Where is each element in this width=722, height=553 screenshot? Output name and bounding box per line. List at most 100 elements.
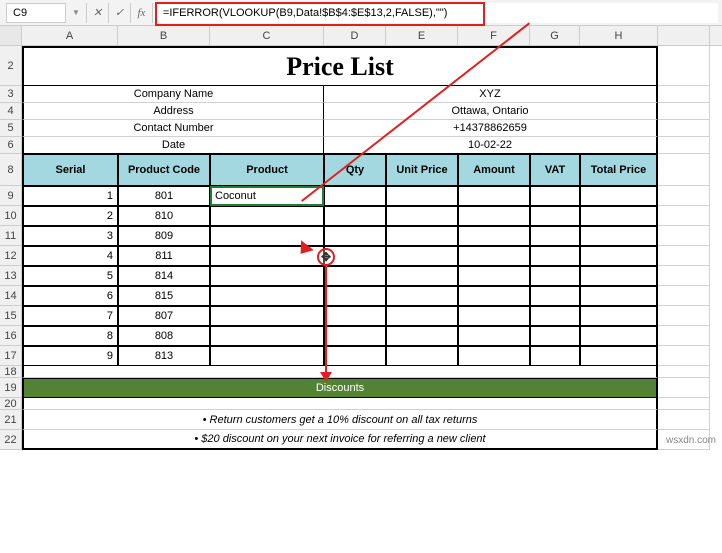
cell-qty[interactable] <box>324 326 386 346</box>
cell-unit-price[interactable] <box>386 326 458 346</box>
row-number[interactable]: 5 <box>0 120 22 137</box>
cell-unit-price[interactable] <box>386 266 458 286</box>
cell-unit-price[interactable] <box>386 206 458 226</box>
cell-serial[interactable]: 1 <box>22 186 118 206</box>
fx-icon[interactable]: fx <box>131 3 153 23</box>
row-number[interactable]: 22 <box>0 430 22 450</box>
empty-cell[interactable] <box>658 306 710 326</box>
cell-vat[interactable] <box>530 306 580 326</box>
cell-total[interactable] <box>580 286 658 306</box>
cell-product[interactable] <box>210 306 324 326</box>
cell-qty[interactable] <box>324 346 386 366</box>
cell-product[interactable] <box>210 346 324 366</box>
cell-unit-price[interactable] <box>386 346 458 366</box>
cell-serial[interactable]: 2 <box>22 206 118 226</box>
cell-code[interactable]: 801 <box>118 186 210 206</box>
cell-total[interactable] <box>580 206 658 226</box>
empty-cell[interactable] <box>658 206 710 226</box>
empty-cell[interactable] <box>658 326 710 346</box>
cell-total[interactable] <box>580 306 658 326</box>
empty-cell[interactable] <box>658 286 710 306</box>
cell-serial[interactable]: 5 <box>22 266 118 286</box>
cell-unit-price[interactable] <box>386 306 458 326</box>
row-number[interactable]: 17 <box>0 346 22 366</box>
row-number[interactable]: 20 <box>0 398 22 410</box>
cell-vat[interactable] <box>530 286 580 306</box>
formula-input[interactable]: =IFERROR(VLOOKUP(B9,Data!$B$4:$E$13,2,FA… <box>157 3 718 23</box>
empty-cell[interactable] <box>658 346 710 366</box>
empty-cell[interactable] <box>658 366 710 378</box>
cell-qty[interactable] <box>324 186 386 206</box>
empty-cell[interactable] <box>658 266 710 286</box>
cell-vat[interactable] <box>530 326 580 346</box>
cell-code[interactable]: 809 <box>118 226 210 246</box>
cell-unit-price[interactable] <box>386 186 458 206</box>
empty-cell[interactable] <box>658 398 710 410</box>
cell-vat[interactable] <box>530 186 580 206</box>
empty-cell[interactable] <box>658 137 710 154</box>
cell-total[interactable] <box>580 266 658 286</box>
cell-unit-price[interactable] <box>386 286 458 306</box>
col-header-a[interactable]: A <box>22 26 118 45</box>
empty-cell[interactable] <box>658 410 710 430</box>
cell-vat[interactable] <box>530 206 580 226</box>
cell-amount[interactable] <box>458 286 530 306</box>
cell-product[interactable] <box>210 206 324 226</box>
row-number[interactable]: 2 <box>0 46 22 86</box>
accept-formula-icon[interactable]: ✓ <box>109 3 131 23</box>
empty-cell[interactable] <box>658 120 710 137</box>
cell-amount[interactable] <box>458 246 530 266</box>
cell-serial[interactable]: 3 <box>22 226 118 246</box>
row-number[interactable]: 21 <box>0 410 22 430</box>
cell-unit-price[interactable] <box>386 226 458 246</box>
col-header-c[interactable]: C <box>210 26 324 45</box>
cell-amount[interactable] <box>458 326 530 346</box>
row-number[interactable]: 14 <box>0 286 22 306</box>
empty-cell[interactable] <box>658 226 710 246</box>
cell-total[interactable] <box>580 326 658 346</box>
cell-vat[interactable] <box>530 246 580 266</box>
cell-qty[interactable] <box>324 266 386 286</box>
cell-amount[interactable] <box>458 186 530 206</box>
cell-code[interactable]: 811 <box>118 246 210 266</box>
cell-code[interactable]: 813 <box>118 346 210 366</box>
cell-product[interactable] <box>210 286 324 306</box>
empty-cell[interactable] <box>658 378 710 398</box>
cell-serial[interactable]: 4 <box>22 246 118 266</box>
row-number[interactable]: 16 <box>0 326 22 346</box>
cell-code[interactable]: 807 <box>118 306 210 326</box>
cell-total[interactable] <box>580 186 658 206</box>
name-box[interactable]: C9 <box>6 3 66 23</box>
cell-unit-price[interactable] <box>386 246 458 266</box>
col-header-b[interactable]: B <box>118 26 210 45</box>
cell-serial[interactable]: 7 <box>22 306 118 326</box>
cell-amount[interactable] <box>458 306 530 326</box>
cell-total[interactable] <box>580 226 658 246</box>
cell-vat[interactable] <box>530 226 580 246</box>
empty-cell[interactable] <box>658 46 710 86</box>
row-number[interactable]: 13 <box>0 266 22 286</box>
row-number[interactable]: 3 <box>0 86 22 103</box>
row-number[interactable]: 9 <box>0 186 22 206</box>
cancel-formula-icon[interactable]: ✕ <box>87 3 109 23</box>
col-header-h[interactable]: H <box>580 26 658 45</box>
row-number[interactable]: 8 <box>0 154 22 186</box>
cell-qty[interactable] <box>324 286 386 306</box>
cell-product[interactable] <box>210 326 324 346</box>
cell-product[interactable] <box>210 266 324 286</box>
empty-cell[interactable] <box>658 154 710 186</box>
cell-code[interactable]: 808 <box>118 326 210 346</box>
cell-qty[interactable] <box>324 206 386 226</box>
row-number[interactable]: 4 <box>0 103 22 120</box>
cell-amount[interactable] <box>458 346 530 366</box>
cell-vat[interactable] <box>530 346 580 366</box>
row-number[interactable]: 15 <box>0 306 22 326</box>
cell-serial[interactable]: 9 <box>22 346 118 366</box>
empty-cell[interactable] <box>658 103 710 120</box>
row-number[interactable]: 12 <box>0 246 22 266</box>
empty-cell[interactable] <box>658 86 710 103</box>
cell-qty[interactable] <box>324 306 386 326</box>
empty-cell[interactable] <box>658 246 710 266</box>
row-number[interactable]: 10 <box>0 206 22 226</box>
row-number[interactable]: 19 <box>0 378 22 398</box>
